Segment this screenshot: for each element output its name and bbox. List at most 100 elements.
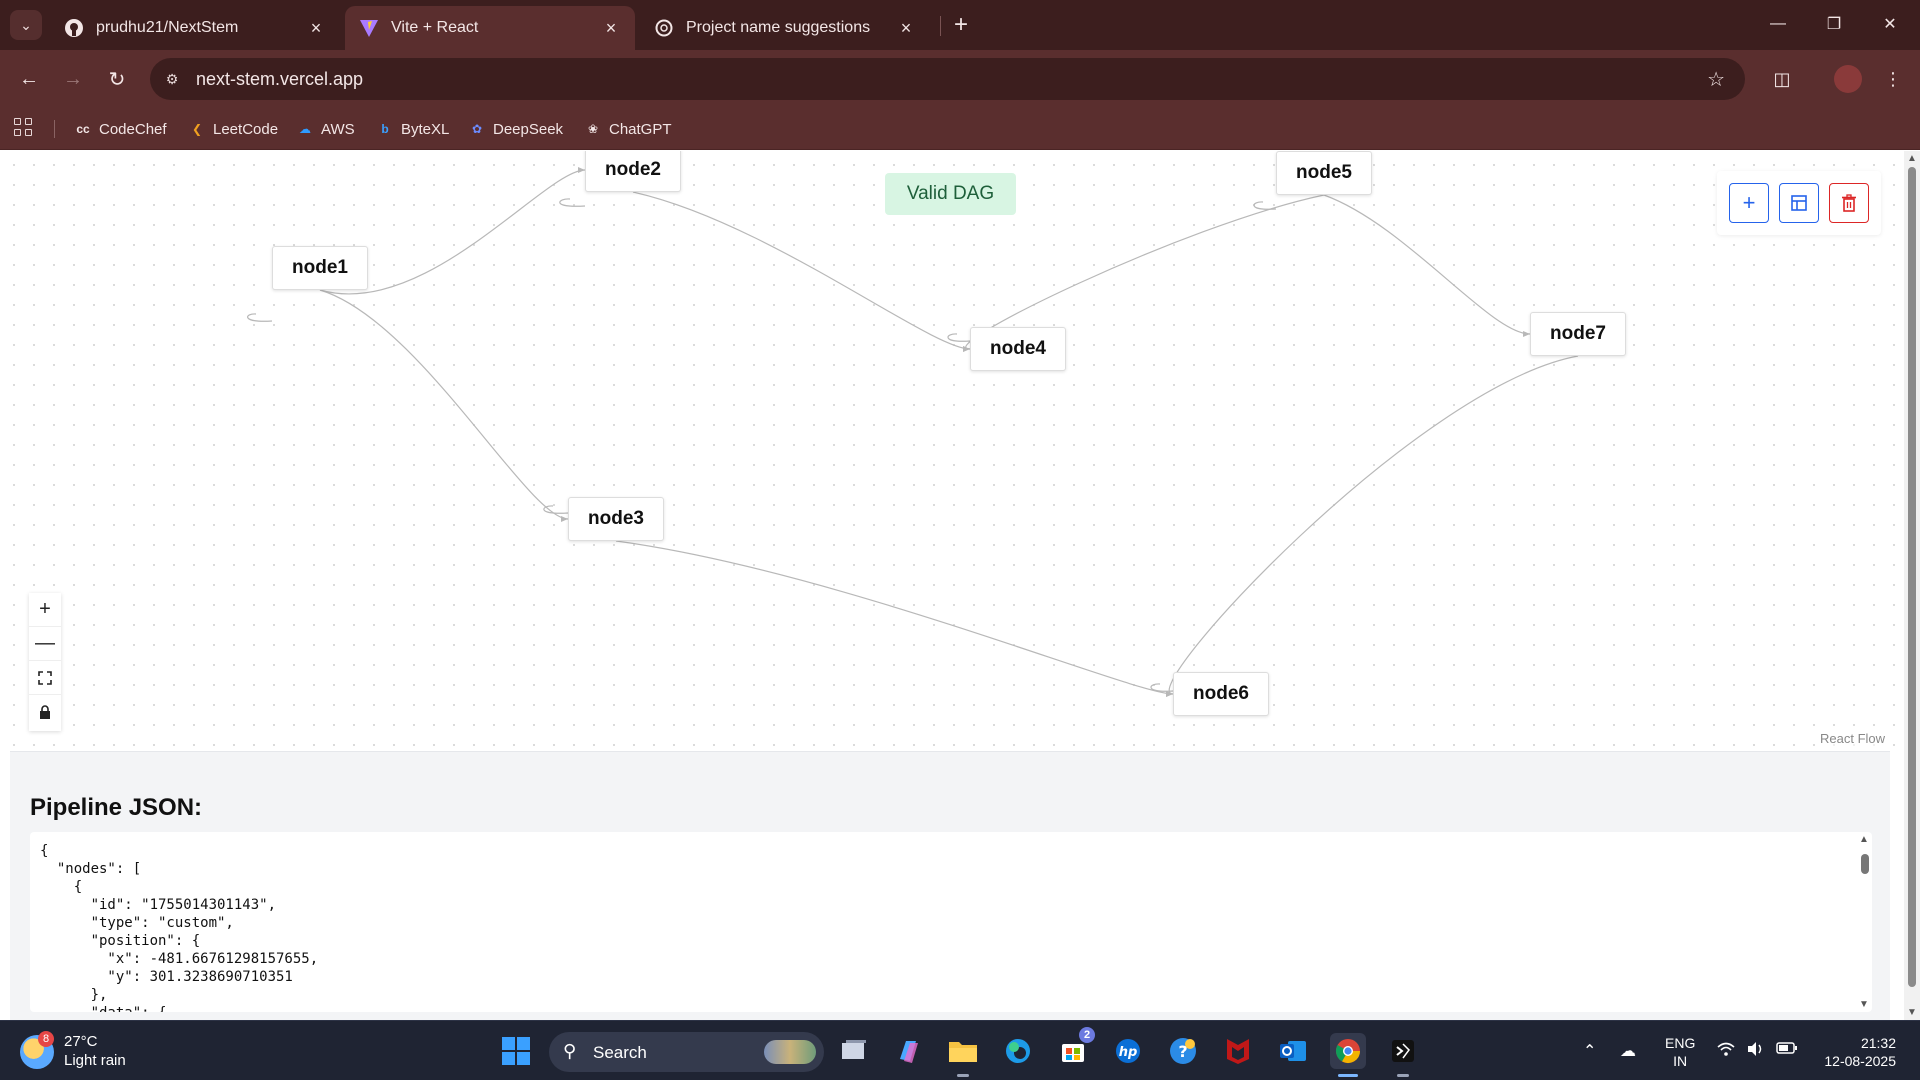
restore-button[interactable]: ❐ [1814,8,1854,40]
system-clock[interactable]: 21:32 12-08-2025 [1818,1034,1896,1070]
codechef-icon: cc [76,122,90,136]
wifi-icon[interactable] [1716,1041,1736,1062]
add-node-button[interactable]: + [1729,183,1769,223]
bookmark-codechef[interactable]: cc CodeChef [74,116,166,142]
forward-button[interactable]: → [58,64,88,94]
close-icon[interactable]: × [896,18,916,38]
bookmark-star-icon[interactable]: ☆ [1707,67,1725,92]
zoom-in-button[interactable]: + [29,593,61,627]
onedrive-icon[interactable]: ☁ [1620,1041,1636,1061]
node-label: node2 [605,159,661,180]
tab-vite-react[interactable]: Vite + React × [345,6,635,50]
node-7[interactable]: node7 [1530,312,1626,356]
search-highlight-image [764,1040,816,1064]
volume-icon[interactable] [1746,1041,1766,1062]
file-explorer-button[interactable] [945,1033,981,1077]
minimize-button[interactable]: — [1758,8,1798,40]
hp-button[interactable]: hp [1110,1033,1146,1069]
show-hidden-icons-button[interactable]: ⌃ [1583,1041,1596,1061]
region-code: IN [1673,1053,1688,1069]
bookmarks-bar: cc CodeChef ❮ LeetCode ☁ AWS b ByteXL ✿ … [0,108,1920,150]
delete-button[interactable] [1829,183,1869,223]
language-indicator[interactable]: ENG IN [1665,1034,1695,1070]
bookmark-leetcode[interactable]: ❮ LeetCode [188,116,278,142]
extensions-icon[interactable]: ◫ [1769,66,1795,92]
lock-button[interactable] [29,695,61,729]
taskbar-search[interactable]: ⚲ Search [549,1032,824,1072]
site-info-icon[interactable]: ⚙ [162,69,182,89]
start-button[interactable] [502,1037,530,1065]
edge-node5-node4[interactable] [965,194,1325,350]
bookmark-bytexl[interactable]: b ByteXL [376,116,449,142]
node-4[interactable]: node4 [970,327,1066,371]
pipeline-json-heading: Pipeline JSON: [30,794,203,821]
help-button[interactable]: ? [1165,1033,1201,1069]
address-bar[interactable]: ⚙ next-stem.vercel.app ☆ [150,58,1745,100]
fit-view-button[interactable] [29,661,61,695]
running-indicator [1338,1074,1358,1077]
react-flow-attribution[interactable]: React Flow [1820,731,1886,746]
chrome-button[interactable] [1330,1033,1366,1077]
browser-toolbar: ← → ↻ ⚙ next-stem.vercel.app ☆ ◫ ⋮ [0,50,1920,108]
copilot-button[interactable] [890,1033,926,1069]
language-code: ENG [1665,1035,1696,1051]
bookmark-aws[interactable]: ☁ AWS [296,116,355,142]
scroll-up-icon[interactable]: ▲ [1907,153,1917,164]
close-window-button[interactable]: ✕ [1870,8,1910,40]
tab-search-button[interactable]: ⌄ [10,10,42,40]
tab-title: prudhu21/NextStem [96,19,239,36]
node1-handle [247,313,273,322]
apps-grid-icon[interactable] [14,118,34,138]
scroll-up-icon[interactable]: ▲ [1859,834,1869,845]
edge-node7-node6[interactable] [1168,355,1579,695]
pipeline-json-box[interactable]: { "nodes": [ { "id": "1755014301143", "t… [30,832,1872,1012]
edge-icon [1006,1039,1030,1063]
terminal-button[interactable] [1385,1033,1421,1077]
weather-widget[interactable]: 8 27°C Light rain [20,1031,170,1073]
scroll-down-icon[interactable]: ▼ [1907,1007,1917,1018]
battery-icon[interactable] [1776,1041,1798,1060]
close-icon[interactable]: × [306,18,326,38]
tab-chatgpt[interactable]: Project name suggestions × [640,6,930,50]
store-button[interactable]: 2 [1055,1027,1095,1069]
running-indicator [957,1074,969,1077]
bookmark-chatgpt[interactable]: ❀ ChatGPT [584,116,672,142]
reload-button[interactable]: ↻ [102,64,132,94]
edge-arrowhead [963,346,970,352]
task-view-icon [842,1040,866,1059]
edge-node5-node7[interactable] [1323,194,1531,335]
auto-layout-button[interactable] [1779,183,1819,223]
node-5[interactable]: node5 [1276,151,1372,195]
json-scroll-thumb[interactable] [1861,854,1869,874]
close-icon[interactable]: × [601,18,621,38]
mcafee-button[interactable] [1220,1033,1256,1069]
task-view-button[interactable] [836,1033,872,1069]
new-tab-button[interactable]: + [948,11,974,38]
node-label: node1 [292,257,348,278]
minimize-icon: — [1770,15,1786,32]
node-1[interactable]: node1 [272,246,368,290]
zoom-out-button[interactable]: — [29,627,61,661]
back-button[interactable]: ← [14,64,44,94]
node-6[interactable]: node6 [1173,672,1269,716]
tab-github[interactable]: prudhu21/NextStem × [50,6,340,50]
weather-condition: Light rain [64,1052,126,1069]
edge-node2-node4[interactable] [632,191,971,350]
outlook-button[interactable] [1275,1033,1311,1069]
menu-kebab-icon[interactable]: ⋮ [1880,66,1906,92]
edge-node1-node3[interactable] [319,289,569,520]
scroll-down-icon[interactable]: ▼ [1859,999,1869,1010]
page-scroll-thumb[interactable] [1908,167,1916,987]
restore-icon: ❐ [1826,16,1842,33]
bookmark-deepseek[interactable]: ✿ DeepSeek [468,116,563,142]
page-scrollbar[interactable]: ▲ ▼ [1904,151,1920,1020]
node-label: node3 [588,508,644,529]
profile-avatar[interactable] [1834,65,1862,93]
node-2[interactable]: node2 [585,151,681,192]
search-icon: ⚲ [563,1041,577,1061]
edge-button[interactable] [1000,1033,1036,1069]
json-scrollbar[interactable]: ▲ ▼ [1858,832,1872,1012]
flow-canvas[interactable]: node1 node2 node3 node4 node5 node6 node… [0,151,1904,747]
edge-node3-node6[interactable] [615,540,1174,695]
node-3[interactable]: node3 [568,497,664,541]
